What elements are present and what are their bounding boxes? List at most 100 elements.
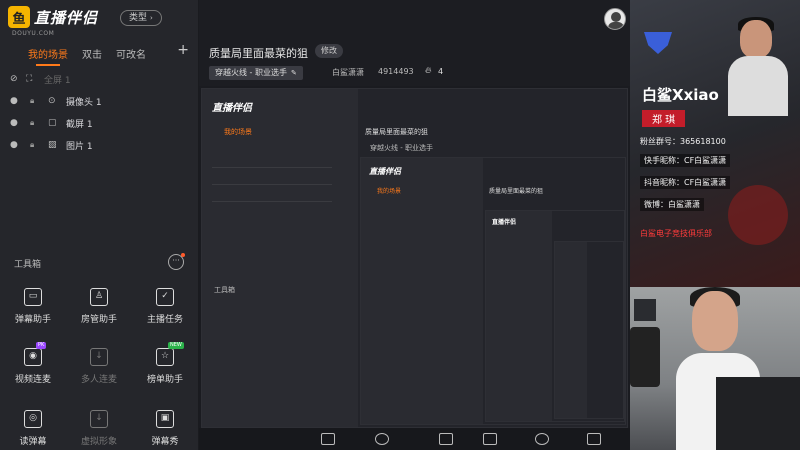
source-row[interactable]: ● 🔒︎ ▨ 图片 1 (0, 134, 199, 156)
mirror-left-panel (486, 211, 552, 421)
scene-tabs: 我的场景 双击 可改名 + (0, 42, 199, 66)
tool-label: 视频连麦 (14, 375, 51, 385)
mirror-logo: 直播伴侣 (369, 167, 401, 176)
type-dropdown[interactable]: 类型 › (120, 10, 162, 26)
mirror-row (212, 201, 332, 202)
record-icon[interactable] (375, 433, 389, 445)
tool-danmu-show[interactable]: ▣ 弹幕秀 (132, 410, 198, 447)
bottom-toolbar (199, 428, 630, 450)
tool-avatar[interactable]: ↓ 虚拟形象 (66, 410, 132, 447)
tool-label: 榜单助手 (146, 375, 183, 385)
tool-label: 弹幕秀 (151, 437, 179, 447)
source-row[interactable]: ● 🔒︎ ▢ 截屏 1 (0, 112, 199, 134)
add-scene-button[interactable]: + (177, 42, 189, 58)
streamer-name-cn: 郑 琪 (642, 110, 686, 127)
club-name: 白鲨电子竞技俱乐部 (640, 229, 712, 238)
pencil-icon: ✎ (290, 69, 297, 77)
fan-group: 粉丝群号：365618100 (640, 137, 726, 146)
source-row[interactable]: ⊘ ⛶ 全屏 1 (0, 68, 199, 90)
tool-room-admin[interactable]: ♙ 房管助手 (66, 288, 132, 325)
flame-icon: 🔥︎ (425, 66, 432, 76)
logo-text: 直播伴侣 (34, 8, 99, 27)
streamer-name-en: 白鲨Xxiao (642, 86, 719, 104)
lock-icon[interactable]: 🔒︎ (30, 140, 44, 150)
tab-double-click[interactable]: 双击 (82, 46, 102, 61)
eye-icon[interactable]: ● (10, 96, 22, 106)
tool-label: 多人连麦 (80, 375, 117, 385)
douyu-logo-icon: 鱼 (8, 6, 30, 28)
source-row[interactable]: ● 🔒︎ ⊙ 摄像头 1 (0, 90, 199, 112)
category-button[interactable]: 穿越火线 - 职业选手 ✎ (209, 66, 303, 80)
tool-label: 读弹幕 (19, 437, 47, 447)
tool-task[interactable]: ✓ 主播任务 (132, 288, 198, 325)
fullscreen-icon: ⛶ (26, 74, 33, 84)
mirror-tab: 我的场景 (224, 128, 252, 136)
basketball-graphic (728, 185, 788, 245)
category-label: 穿越火线 - 职业选手 (215, 68, 287, 77)
chevron-right-icon: › (150, 14, 153, 22)
streamer-card-image: 白鲨Xxiao 郑 琪 粉丝群号：365618100 快手昵称：CF白鲨潇潇 抖… (630, 0, 800, 287)
hot-count: 4 (438, 67, 444, 76)
kuaishou-id: 快手昵称：CF白鲨潇潇 (640, 154, 731, 167)
mirror-left-panel (202, 89, 358, 427)
tool-danmu[interactable]: ▭ 弹幕助手 (0, 288, 66, 325)
eye-icon[interactable]: ● (10, 118, 22, 128)
source-name: 全屏 1 (44, 75, 71, 86)
new-badge: NEW (168, 342, 184, 349)
source-list: ⊘ ⛶ 全屏 1 ● 🔒︎ ⊙ 摄像头 1 ● 🔒︎ ▢ 截屏 1 ● 🔒︎ ▨… (0, 68, 199, 156)
streamer-photo (728, 17, 788, 116)
logo-subtitle: DOUYU.COM (12, 30, 55, 37)
tool-rank[interactable]: ☆ NEW 榜单助手 (132, 342, 198, 385)
source-name: 截屏 1 (66, 119, 93, 130)
jacket (716, 377, 800, 450)
preview-panel: 质量局里面最菜的狙 修改 穿越火线 - 职业选手 ✎ 白鲨潇潇 4914493 🔥… (199, 0, 630, 450)
multi-link-icon: ↓ (90, 348, 108, 366)
tool-video-link[interactable]: ◉ PK 视频连麦 (0, 342, 66, 385)
type-label: 类型 (129, 13, 148, 23)
image-icon: ▨ (48, 140, 57, 150)
app-logo: 鱼 直播伴侣 (8, 6, 98, 28)
tool-label: 主播任务 (146, 315, 183, 325)
mirror-level-3: 直播伴侣 (485, 210, 625, 422)
mirror-left-panel (361, 158, 483, 424)
image-source-icon[interactable] (483, 433, 497, 445)
camera-panel: 白鲨Xxiao 郑 琪 粉丝群号：365618100 快手昵称：CF白鲨潇潇 抖… (630, 0, 800, 450)
tab-renameable[interactable]: 可改名 (116, 46, 146, 61)
screen-icon[interactable] (439, 433, 453, 445)
tool-label: 虚拟形象 (80, 437, 117, 447)
window-icon[interactable] (321, 433, 335, 445)
more-icon: ··· (172, 256, 180, 265)
rank-icon: ☆ NEW (156, 342, 184, 366)
edit-title-button[interactable]: 修改 (315, 44, 343, 58)
background-chair (630, 327, 660, 387)
source-name: 图片 1 (66, 141, 93, 152)
hidden-eye-icon[interactable]: ⊘ (10, 74, 22, 84)
weibo-id: 微博：白鲨潇潇 (640, 198, 704, 211)
mic-icon[interactable] (535, 433, 549, 445)
mirror-tab: 我的场景 (377, 188, 402, 195)
stream-title: 质量局里面最菜的狙 (209, 47, 308, 60)
douyin-id: 抖音昵称：CF白鲨潇潇 (640, 176, 731, 189)
tool-read-danmu[interactable]: ◎ 读弹幕 (0, 410, 66, 447)
user-avatar[interactable] (604, 8, 626, 30)
danmu-icon: ▭ (24, 288, 42, 306)
mirror-row (212, 167, 332, 168)
mirror-logo: 直播伴侣 (492, 219, 517, 226)
eye-icon[interactable]: ● (10, 140, 22, 150)
lock-icon[interactable]: 🔒︎ (30, 118, 44, 128)
lock-icon[interactable]: 🔒︎ (30, 96, 44, 106)
avatar-icon: ↓ (90, 410, 108, 428)
notification-dot (181, 253, 185, 257)
team-logo-icon (644, 32, 672, 54)
mirror-row (212, 184, 332, 185)
tool-multi-link[interactable]: ↓ 多人连麦 (66, 348, 132, 385)
mirror-category: 穿越火线 - 职业选手 (370, 144, 433, 152)
mirror-level-2: 直播伴侣 我的场景 质量局里面最菜的狙 直播伴侣 (360, 157, 626, 425)
room-id: 4914493 (378, 67, 414, 76)
tab-my-scene[interactable]: 我的场景 (28, 46, 68, 66)
camera-icon: ⊙ (48, 96, 56, 106)
speaker-icon[interactable] (587, 433, 601, 445)
danmu-show-icon: ▣ (156, 410, 174, 428)
stream-preview[interactable]: 直播伴侣 我的场景 质量局里面最菜的狙 穿越火线 - 职业选手 工具箱 直播伴侣… (199, 86, 630, 450)
toolbox-more-button[interactable]: ··· (168, 253, 185, 270)
